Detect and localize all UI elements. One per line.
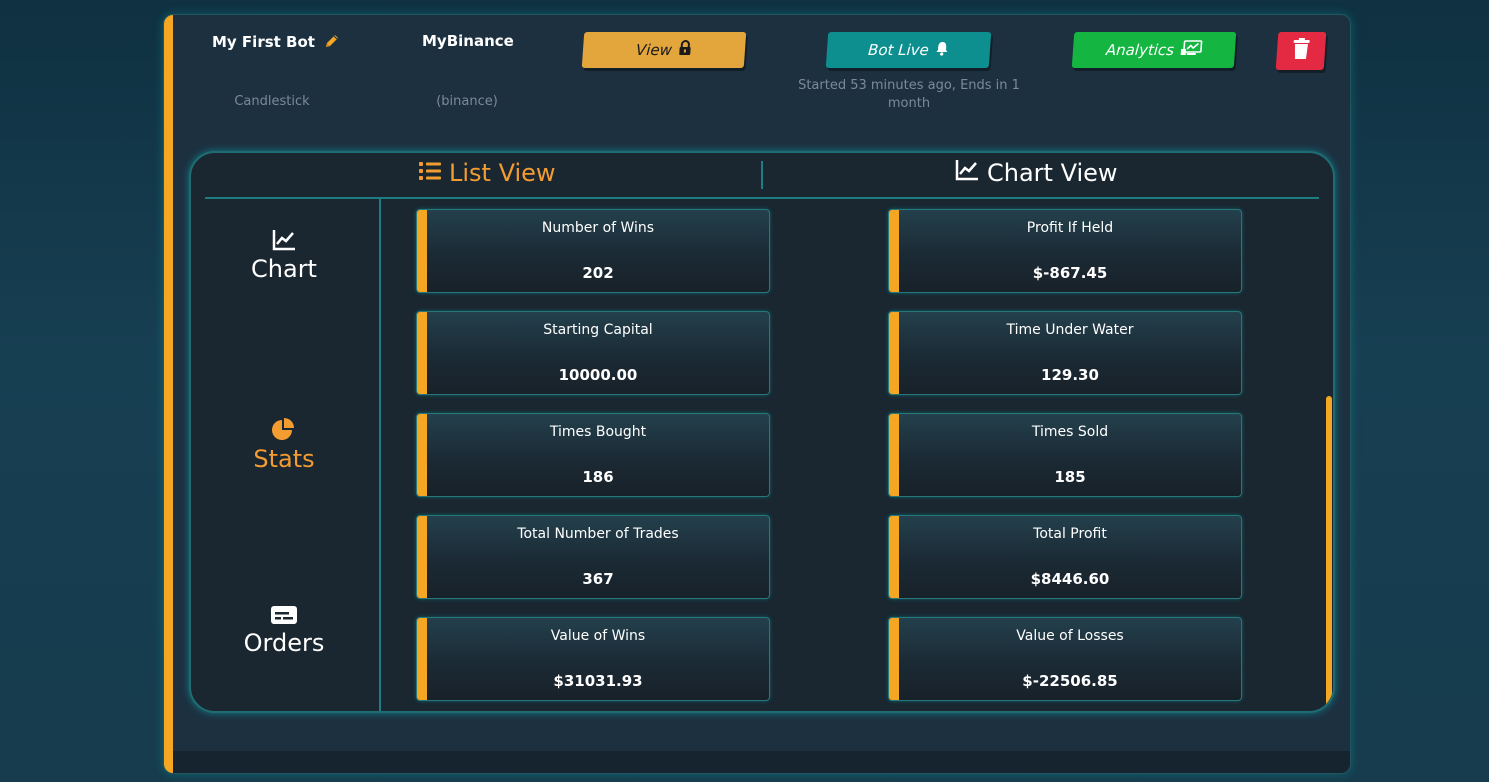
exchange-type: (binance) — [436, 94, 498, 109]
pencil-icon[interactable] — [324, 33, 340, 53]
stat-label: Number of Wins — [541, 220, 655, 236]
stat-card-times-bought: Times Bought 186 — [416, 413, 770, 497]
stat-value: $-22506.85 — [1022, 672, 1118, 690]
accent-strip — [164, 15, 173, 773]
card-footer-band — [173, 751, 1350, 773]
chart-screen-icon — [1179, 40, 1203, 60]
nav-item-chart[interactable]: Chart — [191, 229, 377, 283]
list-icon — [419, 159, 441, 187]
stat-card-total-profit: Total Profit $8446.60 — [888, 515, 1242, 599]
stat-card-value-of-losses: Value of Losses $-22506.85 — [888, 617, 1242, 701]
scrollbar-thumb[interactable] — [1326, 396, 1332, 709]
bot-name[interactable]: My First Bot — [212, 33, 340, 53]
stat-value: 202 — [582, 264, 614, 282]
bot-live-button[interactable]: Bot Live — [825, 32, 992, 68]
stat-value: 10000.00 — [558, 366, 638, 384]
stat-value: 186 — [582, 468, 614, 486]
stat-label: Time Under Water — [1006, 322, 1134, 338]
stat-label: Value of Losses — [1016, 628, 1124, 644]
card-icon — [270, 606, 298, 629]
stat-value: $-867.45 — [1032, 264, 1108, 282]
tabs-divider — [761, 161, 763, 189]
bot-strategy: Candlestick — [234, 94, 310, 109]
line-chart-icon — [955, 159, 979, 187]
trash-icon — [1291, 38, 1311, 64]
lock-icon — [677, 40, 692, 60]
stat-card-total-number-of-trades: Total Number of Trades 367 — [416, 515, 770, 599]
stat-label: Total Number of Trades — [517, 526, 679, 542]
stat-value: $31031.93 — [553, 672, 643, 690]
pie-chart-icon — [271, 418, 297, 445]
stat-value: $8446.60 — [1030, 570, 1110, 588]
nav-orders-label: Orders — [243, 629, 325, 657]
tab-list-view[interactable]: List View — [419, 159, 556, 187]
tab-list-view-label: List View — [449, 159, 556, 187]
nav-chart-label: Chart — [251, 255, 317, 283]
stat-card-times-sold: Times Sold 185 — [888, 413, 1242, 497]
side-nav: Chart Stats Orders — [191, 199, 381, 711]
nav-stats-label: Stats — [253, 445, 315, 473]
stat-label: Total Profit — [1033, 526, 1107, 542]
bot-card: My First Bot Candlestick MyBinance (bina… — [163, 14, 1351, 774]
stat-card-number-of-wins: Number of Wins 202 — [416, 209, 770, 293]
stat-label: Starting Capital — [543, 322, 653, 338]
view-button-label: View — [635, 41, 673, 59]
view-button[interactable]: View — [581, 32, 747, 68]
stat-label: Times Sold — [1031, 424, 1109, 440]
stat-card-profit-if-held: Profit If Held $-867.45 — [888, 209, 1242, 293]
stat-value: 129.30 — [1041, 366, 1099, 384]
delete-button[interactable] — [1275, 32, 1327, 70]
tab-chart-view-label: Chart View — [987, 159, 1118, 187]
bot-live-label: Bot Live — [867, 41, 930, 59]
nav-item-orders[interactable]: Orders — [191, 605, 377, 657]
view-tabs: List View Chart View — [205, 153, 1319, 199]
analytics-label: Analytics — [1105, 41, 1175, 59]
bot-name-label: My First Bot — [212, 33, 315, 51]
bot-header: My First Bot Candlestick MyBinance (bina… — [164, 15, 1350, 115]
stat-label: Profit If Held — [1026, 220, 1114, 236]
tab-chart-view[interactable]: Chart View — [955, 159, 1118, 187]
stat-value: 185 — [1054, 468, 1086, 486]
bot-run-status: Started 53 minutes ago, Ends in 1 month — [798, 78, 1020, 111]
bell-icon — [934, 41, 949, 60]
stat-card-value-of-wins: Value of Wins $31031.93 — [416, 617, 770, 701]
line-chart-icon — [272, 230, 296, 255]
exchange-name: MyBinance — [422, 32, 514, 50]
stat-value: 367 — [582, 570, 614, 588]
analytics-button[interactable]: Analytics — [1071, 32, 1237, 68]
nav-item-stats[interactable]: Stats — [191, 417, 377, 473]
stat-label: Times Bought — [549, 424, 647, 440]
stat-label: Value of Wins — [550, 628, 646, 644]
bot-details-panel: List View Chart View Chart Stats Orders … — [189, 151, 1335, 713]
stat-card-time-under-water: Time Under Water 129.30 — [888, 311, 1242, 395]
stat-card-starting-capital: Starting Capital 10000.00 — [416, 311, 770, 395]
